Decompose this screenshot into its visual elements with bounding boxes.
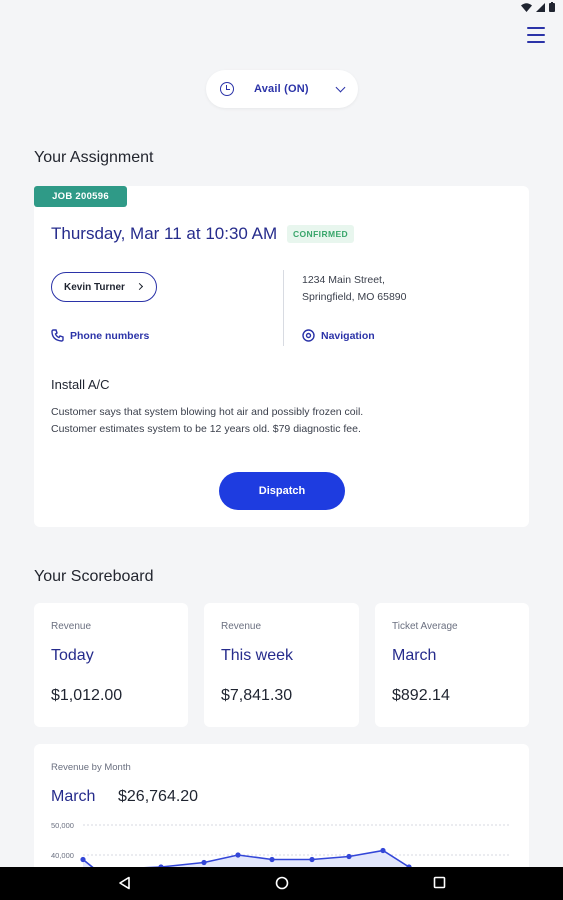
address-line-2: Springfield, MO 65890: [302, 291, 407, 303]
job-number-tag: JOB 200596: [34, 186, 127, 207]
availability-dropdown[interactable]: Avail (ON): [206, 70, 358, 108]
score-period: March: [392, 647, 437, 664]
system-nav-bar: [0, 867, 563, 900]
data-point[interactable]: [346, 853, 352, 860]
job-title: Install A/C: [51, 377, 110, 392]
chevron-right-icon: [135, 282, 144, 291]
score-amount: $892.14: [392, 687, 450, 704]
divider: [283, 270, 284, 346]
data-point[interactable]: [235, 852, 241, 858]
status-badge: CONFIRMED: [287, 225, 355, 243]
description-line-2: Customer estimates system to be 12 years…: [51, 423, 361, 435]
revenue-chart-card: Revenue by Month March $26,764.20 50,000…: [34, 744, 529, 884]
score-card-today[interactable]: Revenue Today $1,012.00: [34, 603, 188, 727]
y-tick-label: 40,000: [51, 851, 74, 860]
back-icon[interactable]: [118, 876, 131, 890]
data-point[interactable]: [269, 856, 275, 863]
data-point[interactable]: [80, 856, 86, 863]
score-period: Today: [51, 647, 94, 664]
location-pin-icon: [302, 329, 315, 342]
scoreboard-section-title: Your Scoreboard: [34, 568, 154, 585]
recents-icon[interactable]: [433, 876, 446, 889]
home-icon[interactable]: [275, 876, 289, 890]
customer-button[interactable]: Kevin Turner: [51, 272, 157, 302]
data-point[interactable]: [201, 859, 207, 866]
score-label: Revenue: [221, 621, 262, 632]
score-label: Ticket Average: [392, 621, 458, 632]
description-line-1: Customer says that system blowing hot ai…: [51, 406, 364, 418]
data-point[interactable]: [380, 847, 386, 854]
job-datetime: Thursday, Mar 11 at 10:30 AM: [51, 224, 278, 243]
hamburger-menu-icon[interactable]: [527, 27, 545, 43]
phone-numbers-label: Phone numbers: [70, 329, 150, 342]
availability-label: Avail (ON): [254, 83, 309, 95]
score-label: Revenue: [51, 621, 92, 632]
job-description: Customer says that system blowing hot ai…: [51, 404, 491, 438]
navigation-link[interactable]: Navigation: [302, 329, 375, 343]
dispatch-button[interactable]: Dispatch: [219, 472, 345, 510]
data-point[interactable]: [309, 856, 315, 863]
y-tick-label: 50,000: [51, 821, 74, 830]
address-line-1: 1234 Main Street,: [302, 274, 385, 286]
clock-icon: [220, 82, 234, 96]
customer-name: Kevin Turner: [64, 281, 125, 293]
score-card-ticket-average[interactable]: Ticket Average March $892.14: [375, 603, 529, 727]
job-address: 1234 Main Street, Springfield, MO 65890: [302, 272, 406, 306]
phone-icon: [51, 329, 64, 342]
chevron-down-icon: [335, 82, 346, 92]
score-amount: $7,841.30: [221, 687, 293, 704]
score-card-week[interactable]: Revenue This week $7,841.30: [204, 603, 359, 727]
navigation-label: Navigation: [321, 330, 375, 342]
phone-numbers-link[interactable]: Phone numbers: [51, 329, 149, 342]
score-period: This week: [221, 647, 294, 664]
signal-icon: [536, 2, 545, 12]
battery-icon: [549, 2, 555, 12]
score-amount: $1,012.00: [51, 687, 123, 704]
status-bar: [0, 0, 563, 18]
revenue-chart: 50,000 40,000: [51, 821, 511, 884]
assignment-section-title: Your Assignment: [34, 149, 154, 166]
wifi-icon: [521, 2, 532, 12]
